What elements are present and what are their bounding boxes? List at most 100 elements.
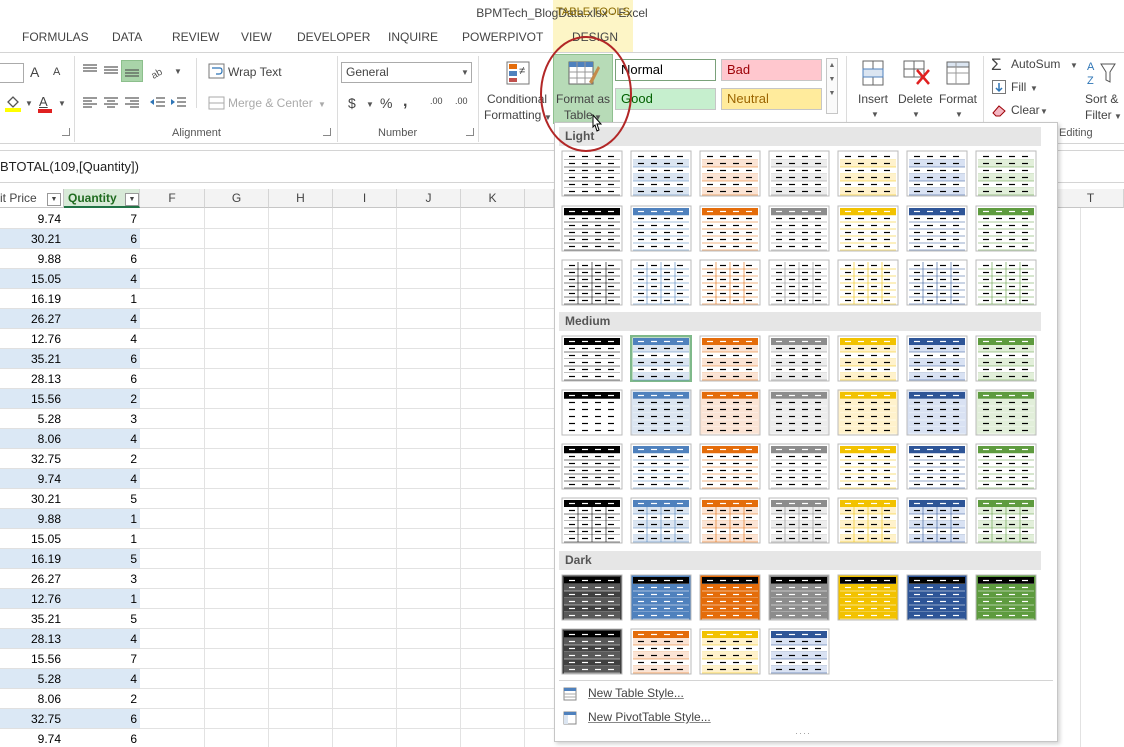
column-g-header[interactable]: G [205,189,269,208]
unit-price-cell[interactable]: 15.05 [0,269,64,289]
table-style-thumbnail[interactable] [837,574,899,621]
table-style-thumbnail[interactable] [906,150,968,197]
table-style-thumbnail[interactable] [768,205,830,252]
font-color-arrow[interactable]: ▼ [58,99,66,108]
quantity-cell[interactable]: 5 [64,489,140,509]
unit-price-cell[interactable]: 8.06 [0,689,64,709]
quantity-cell[interactable]: 5 [64,609,140,629]
tab-powerpivot[interactable]: POWERPIVOT [462,30,543,44]
table-style-thumbnail[interactable] [975,150,1037,197]
quantity-cell[interactable]: 2 [64,389,140,409]
orientation-arrow[interactable]: ▼ [174,67,182,76]
conditional-formatting-arrow[interactable]: ▼ [544,113,552,122]
sort-filter-label-1[interactable]: Sort & [1085,92,1118,106]
merge-center-arrow[interactable]: ▼ [318,100,326,109]
quantity-cell[interactable]: 5 [64,549,140,569]
column-t-header[interactable]: T [1058,189,1124,208]
table-style-thumbnail[interactable] [837,443,899,490]
unit-price-cell[interactable]: 9.74 [0,469,64,489]
unit-price-cell[interactable]: 15.56 [0,649,64,669]
quantity-cell[interactable]: 3 [64,569,140,589]
table-style-thumbnail[interactable] [561,205,623,252]
unit-price-cell[interactable]: 9.88 [0,249,64,269]
table-style-thumbnail[interactable] [561,150,623,197]
table-style-thumbnail[interactable] [837,335,899,382]
tab-developer[interactable]: DEVELOPER [297,30,370,44]
percent-button[interactable]: % [380,95,392,111]
table-style-thumbnail[interactable] [699,335,761,382]
quantity-cell[interactable]: 1 [64,289,140,309]
conditional-formatting-label-2[interactable]: Formatting [484,108,541,122]
column-i-header[interactable]: I [333,189,397,208]
autosum-button[interactable]: AutoSum [1011,57,1060,71]
table-style-thumbnail[interactable] [768,443,830,490]
format-button[interactable]: Format [939,92,977,106]
align-center-icon[interactable] [102,95,120,111]
table-style-thumbnail[interactable] [975,389,1037,436]
table-style-thumbnail[interactable] [975,443,1037,490]
table-style-thumbnail[interactable] [561,259,623,306]
table-style-thumbnail[interactable] [630,443,692,490]
quantity-cell[interactable]: 7 [64,649,140,669]
unit-price-cell[interactable]: 35.21 [0,349,64,369]
table-style-thumbnail[interactable] [906,205,968,252]
table-style-thumbnail[interactable] [837,150,899,197]
column-l-header[interactable] [525,189,554,208]
align-top-icon[interactable] [81,62,99,78]
table-style-thumbnail[interactable] [906,443,968,490]
tab-inquire[interactable]: INQUIRE [388,30,438,44]
increase-decimal-button[interactable]: .00 [430,96,443,106]
insert-button[interactable]: Insert [858,92,888,106]
table-style-thumbnail[interactable] [630,205,692,252]
table-style-thumbnail[interactable] [837,497,899,544]
number-dialog-launcher-icon[interactable] [466,128,474,136]
table-style-thumbnail[interactable] [768,259,830,306]
table-style-thumbnail[interactable] [561,389,623,436]
quantity-cell[interactable]: 4 [64,309,140,329]
quantity-cell[interactable]: 4 [64,329,140,349]
quantity-cell[interactable]: 1 [64,529,140,549]
unit-price-cell[interactable]: 28.13 [0,629,64,649]
table-style-thumbnail[interactable] [906,497,968,544]
number-format-dropdown[interactable]: General [341,62,472,83]
currency-arrow[interactable]: ▼ [366,100,374,109]
table-style-thumbnail[interactable] [906,259,968,306]
unit-price-cell[interactable]: 9.74 [0,209,64,229]
table-style-thumbnail[interactable] [630,389,692,436]
table-style-thumbnail[interactable] [699,574,761,621]
number-format-arrow[interactable]: ▼ [461,68,469,77]
tab-data[interactable]: DATA [112,30,142,44]
format-cells-icon[interactable] [943,58,973,88]
tab-view[interactable]: VIEW [241,30,272,44]
fill-color-arrow[interactable]: ▼ [25,99,33,108]
conditional-formatting-icon[interactable]: ≠ [505,58,533,88]
sort-filter-label-2[interactable]: Filter [1085,108,1112,122]
cell-style-neutral[interactable]: Neutral [721,88,822,110]
unit-price-cell[interactable]: 5.28 [0,669,64,689]
delete-arrow[interactable]: ▼ [912,110,920,119]
table-style-thumbnail[interactable] [837,205,899,252]
table-style-thumbnail[interactable] [975,574,1037,621]
table-style-thumbnail[interactable] [768,150,830,197]
unit-price-cell[interactable]: 16.19 [0,549,64,569]
unit-price-cell[interactable]: 15.56 [0,389,64,409]
clear-button[interactable]: Clear [1011,103,1040,117]
format-arrow[interactable]: ▼ [955,110,963,119]
table-style-thumbnail[interactable] [975,497,1037,544]
autosum-icon[interactable]: Σ [991,55,1002,75]
quantity-filter-button[interactable]: ▼ [125,193,139,206]
table-style-thumbnail[interactable] [837,259,899,306]
unit-price-cell[interactable]: 12.76 [0,329,64,349]
quantity-cell[interactable]: 4 [64,469,140,489]
quantity-cell[interactable]: 6 [64,249,140,269]
table-style-thumbnail[interactable] [768,628,830,675]
quantity-cell[interactable]: 4 [64,429,140,449]
font-dialog-launcher-icon[interactable] [62,128,70,136]
unit-price-cell[interactable]: 8.06 [0,429,64,449]
table-style-thumbnail[interactable] [699,205,761,252]
table-style-thumbnail[interactable] [630,259,692,306]
quantity-cell[interactable]: 6 [64,369,140,389]
cell-style-good[interactable]: Good [615,88,716,110]
resize-grip-icon[interactable]: ···· [795,728,811,738]
new-table-style-item[interactable]: New Table Style... [588,686,684,700]
